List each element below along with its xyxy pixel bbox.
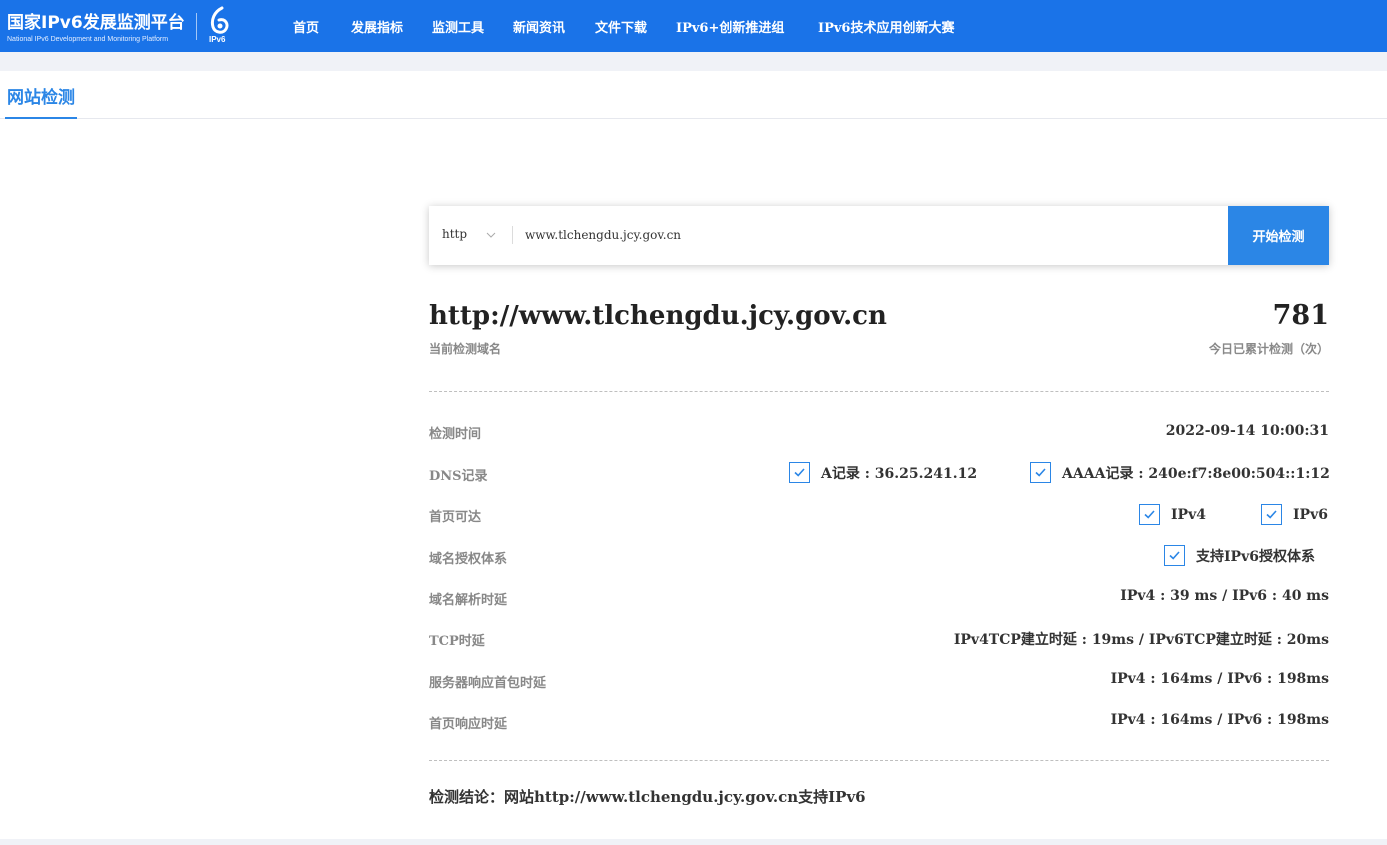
nav-downloads[interactable]: 文件下载: [595, 17, 647, 36]
checkbox-checked-icon: [1164, 545, 1185, 566]
protocol-select[interactable]: http: [442, 227, 467, 241]
start-check-button[interactable]: 开始检测: [1228, 206, 1329, 265]
dns-record-label: DNS记录: [429, 469, 488, 484]
nav-news[interactable]: 新闻资讯: [513, 17, 565, 36]
dns-a-record-text: A记录 : 36.25.241.12: [821, 465, 978, 482]
checkbox-checked-icon: [1030, 462, 1051, 483]
homepage-ipv6: IPv6: [1261, 504, 1328, 525]
homepage-response-label: 首页响应时延: [429, 717, 508, 732]
checked-domain-caption: 当前检测域名: [429, 342, 502, 356]
server-first-packet-label: 服务器响应首包时延: [429, 676, 547, 691]
dns-a-record: A记录 : 36.25.241.12: [789, 462, 977, 483]
chevron-down-icon[interactable]: [486, 230, 496, 240]
logo-subtitle: National IPv6 Development and Monitoring…: [7, 36, 169, 43]
domain-auth-support: 支持IPv6授权体系: [1164, 545, 1315, 566]
site-logo[interactable]: 国家IPv6发展监测平台 National IPv6 Development a…: [7, 8, 185, 43]
checkbox-checked-icon: [1261, 504, 1282, 525]
check-search-box: http 开始检测: [429, 206, 1329, 265]
check-time-value: 2022-09-14 10:00:31: [1165, 423, 1329, 439]
homepage-reachable-label: 首页可达: [429, 510, 482, 525]
dns-resolve-latency-label: 域名解析时延: [429, 593, 508, 608]
nav-tools[interactable]: 监测工具: [432, 17, 484, 36]
dns-resolve-latency-value: IPv4 : 39 ms / IPv6 : 40 ms: [1120, 588, 1329, 604]
today-check-count-caption: 今日已累计检测（次）: [1208, 342, 1329, 356]
tab-website-check[interactable]: 网站检测: [5, 83, 77, 119]
header-gap-band: [0, 52, 1387, 71]
domain-auth-support-text: 支持IPv6授权体系: [1196, 548, 1315, 565]
tcp-latency-value: IPv4TCP建立时延 : 19ms / IPv6TCP建立时延 : 20ms: [953, 632, 1329, 648]
divider-top: [429, 391, 1329, 392]
domain-auth-label: 域名授权体系: [429, 552, 508, 567]
domain-input[interactable]: [525, 220, 1215, 250]
homepage-ipv6-text: IPv6: [1293, 506, 1328, 523]
homepage-ipv4-text: IPv4: [1171, 506, 1206, 523]
dns-aaaa-record-text: AAAA记录 : 240e:f7:8e00:504::1:12: [1062, 465, 1330, 482]
nav-competition[interactable]: IPv6技术应用创新大赛: [818, 17, 954, 36]
checkbox-checked-icon: [1139, 504, 1160, 525]
logo-divider: [196, 13, 197, 40]
check-time-label: 检测时间: [429, 427, 482, 442]
homepage-ipv4: IPv4: [1139, 504, 1206, 525]
checkbox-checked-icon: [789, 462, 810, 483]
nav-indicators[interactable]: 发展指标: [351, 17, 403, 36]
top-navigation-bar: 国家IPv6发展监测平台 National IPv6 Development a…: [0, 0, 1387, 52]
nav-home[interactable]: 首页: [293, 17, 319, 36]
today-check-count: 781: [1272, 300, 1329, 331]
checked-domain: http://www.tlchengdu.jcy.gov.cn: [429, 301, 887, 331]
tcp-latency-label: TCP时延: [429, 634, 485, 649]
nav-innovation-group[interactable]: IPv6+创新推进组: [676, 17, 784, 36]
logo-title: 国家IPv6发展监测平台: [7, 13, 185, 33]
homepage-response-value: IPv4 : 164ms / IPv6 : 198ms: [1110, 712, 1329, 728]
ipv6-logo-label: IPv6: [209, 35, 226, 44]
check-conclusion: 检测结论：网站http://www.tlchengdu.jcy.gov.cn支持…: [429, 788, 866, 806]
search-divider: [512, 226, 513, 244]
divider-bottom: [429, 760, 1329, 761]
tab-bar: 网站检测: [0, 71, 1387, 119]
footer-band: [0, 839, 1387, 845]
server-first-packet-value: IPv4 : 164ms / IPv6 : 198ms: [1110, 671, 1329, 687]
dns-aaaa-record: AAAA记录 : 240e:f7:8e00:504::1:12: [1030, 462, 1330, 483]
